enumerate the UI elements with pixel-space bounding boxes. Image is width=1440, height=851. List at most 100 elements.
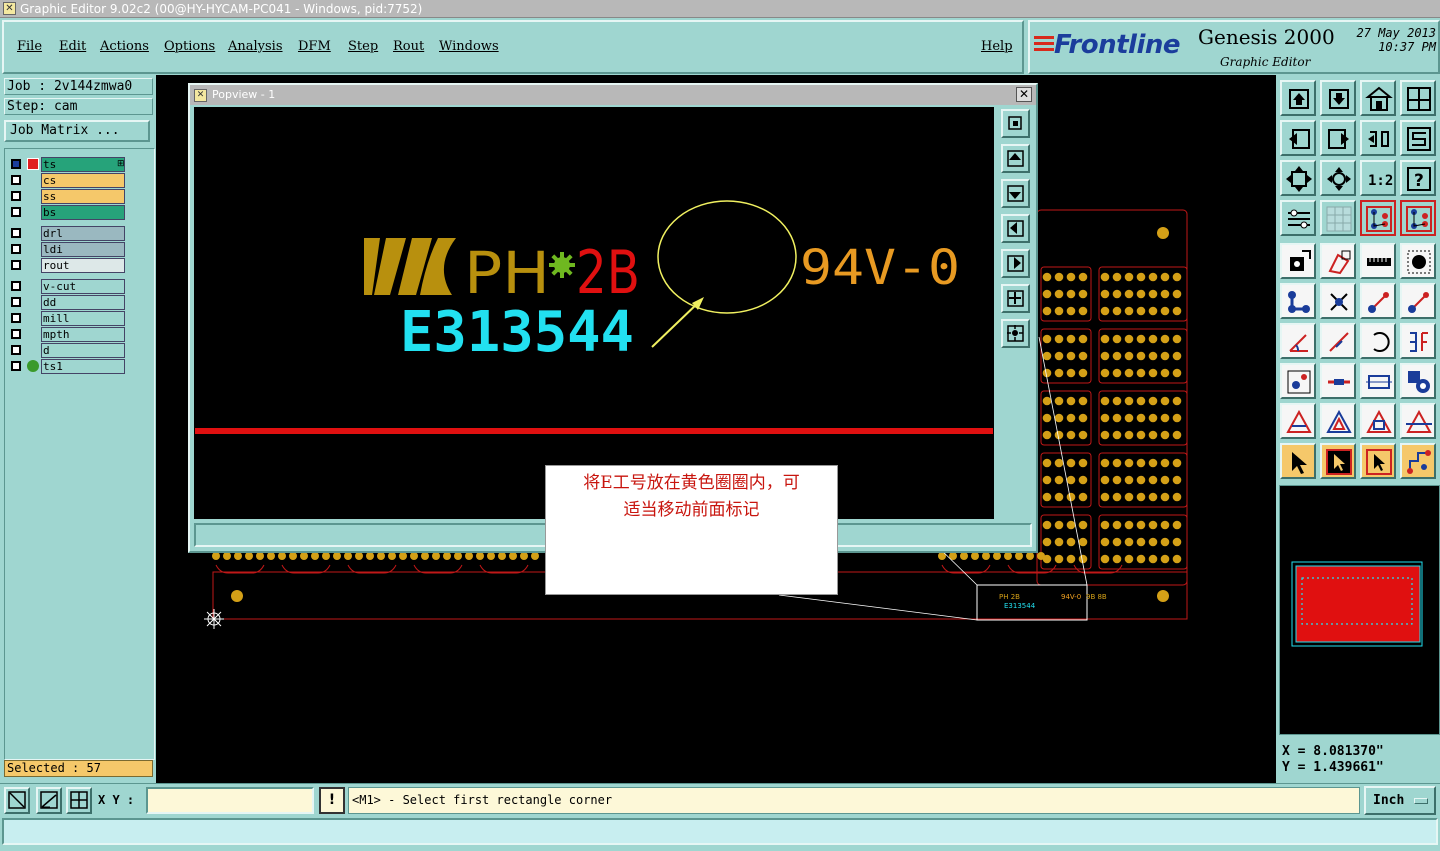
- feature-add-button[interactable]: [1280, 243, 1316, 279]
- job-matrix-button[interactable]: Job Matrix ...: [4, 120, 150, 142]
- layer-checkbox[interactable]: [11, 329, 21, 339]
- layer-checkbox[interactable]: [11, 361, 21, 371]
- settings-button[interactable]: [1280, 200, 1316, 236]
- layer-label[interactable]: ldi: [41, 242, 125, 257]
- mirror-button[interactable]: [1360, 120, 1396, 156]
- menu-edit[interactable]: Edit: [59, 39, 86, 54]
- layer-checkbox[interactable]: [11, 345, 21, 355]
- layer-row[interactable]: ts1: [7, 359, 127, 374]
- layer-checkbox[interactable]: [11, 191, 21, 201]
- layer-row[interactable]: ss: [7, 189, 127, 204]
- layer-label[interactable]: dd: [41, 295, 125, 310]
- layer-checkbox[interactable]: [11, 297, 21, 307]
- snake-button[interactable]: [1400, 120, 1436, 156]
- menu-windows[interactable]: Windows: [439, 39, 499, 54]
- pan-down-icon[interactable]: [1001, 179, 1030, 208]
- layer-label[interactable]: d: [41, 343, 125, 358]
- layer-label[interactable]: v-cut: [41, 279, 125, 294]
- menu-options[interactable]: Options: [164, 39, 215, 54]
- triangle-blue-button[interactable]: [1320, 403, 1356, 439]
- menu-actions[interactable]: Actions: [100, 39, 149, 54]
- close-icon[interactable]: ✕: [1016, 87, 1032, 102]
- feature-edit-button[interactable]: [1320, 243, 1356, 279]
- unit-selector[interactable]: Inch: [1364, 786, 1436, 815]
- layer-label[interactable]: mill: [41, 311, 125, 326]
- zoom-center-button[interactable]: [1320, 160, 1356, 196]
- layer-row[interactable]: d: [7, 343, 127, 358]
- popview-title-bar[interactable]: ✕ Popview - 1 ✕: [190, 85, 1036, 105]
- triangle-line-button[interactable]: [1400, 403, 1436, 439]
- cross-select-button[interactable]: [1320, 283, 1356, 319]
- ratio-button[interactable]: 1:2: [1360, 160, 1396, 196]
- select-alt-button[interactable]: [1360, 443, 1396, 479]
- pad-button[interactable]: [1280, 363, 1316, 399]
- layer-label[interactable]: ts1: [41, 359, 125, 374]
- popview-canvas[interactable]: PH 2B 94V-0 E313544: [194, 107, 994, 519]
- menu-dfm[interactable]: DFM: [298, 39, 331, 54]
- layer-row[interactable]: v-cut: [7, 279, 127, 294]
- overview-map[interactable]: [1279, 485, 1440, 735]
- menu-analysis[interactable]: Analysis: [228, 39, 283, 54]
- layer-checkbox[interactable]: [11, 244, 21, 254]
- select-box-button[interactable]: [1320, 443, 1356, 479]
- slash-button[interactable]: [1320, 323, 1356, 359]
- menu-rout[interactable]: Rout: [393, 39, 424, 54]
- layer-label[interactable]: mpth: [41, 327, 125, 342]
- triangle-rect-button[interactable]: [1360, 403, 1396, 439]
- grid-icon[interactable]: [66, 787, 92, 814]
- layer-label[interactable]: cs: [41, 173, 125, 188]
- select-arrow-button[interactable]: [1280, 443, 1316, 479]
- layer-checkbox[interactable]: [11, 207, 21, 217]
- net-blue-button[interactable]: [1280, 283, 1316, 319]
- layer-row[interactable]: drl: [7, 226, 127, 241]
- layer-label[interactable]: ss: [41, 189, 125, 204]
- warning-button[interactable]: !: [319, 787, 345, 814]
- layer-checkbox[interactable]: [11, 260, 21, 270]
- popview-zoom-icon[interactable]: [1001, 109, 1030, 138]
- pan-right-icon[interactable]: [1001, 249, 1030, 278]
- pan-left-icon[interactable]: [1001, 214, 1030, 243]
- grid-view-button[interactable]: [1320, 200, 1356, 236]
- help-button[interactable]: ?: [1400, 160, 1436, 196]
- fit-screen-button[interactable]: [1280, 160, 1316, 196]
- pattern-button[interactable]: [1400, 323, 1436, 359]
- triangle-red-button[interactable]: [1280, 403, 1316, 439]
- menu-help[interactable]: Help: [981, 39, 1013, 54]
- minus-line-button[interactable]: [1320, 363, 1356, 399]
- expand-icon[interactable]: ⊞: [117, 157, 125, 171]
- step-out-button[interactable]: [1320, 120, 1356, 156]
- ruler-button[interactable]: [1360, 243, 1396, 279]
- layer-checkbox[interactable]: [11, 313, 21, 323]
- layer-row[interactable]: bs: [7, 205, 127, 220]
- layer-row[interactable]: cs: [7, 173, 127, 188]
- layer-row[interactable]: ldi: [7, 242, 127, 257]
- layer-checkbox[interactable]: [11, 175, 21, 185]
- home-up-button[interactable]: [1280, 80, 1316, 116]
- snap-point-button[interactable]: [1400, 243, 1436, 279]
- step-in-button[interactable]: [1280, 120, 1316, 156]
- layer-row[interactable]: rout: [7, 258, 127, 273]
- layer-checkbox[interactable]: [11, 281, 21, 291]
- import-button[interactable]: [1320, 80, 1356, 116]
- layer-checkbox[interactable]: [11, 228, 21, 238]
- connect-net-button[interactable]: [1360, 200, 1396, 236]
- gear-blue-button[interactable]: [1400, 363, 1436, 399]
- layer-row[interactable]: ts ⊞: [7, 157, 127, 172]
- layer-label[interactable]: bs: [41, 205, 125, 220]
- layer-row[interactable]: mill: [7, 311, 127, 326]
- angle-button[interactable]: [1280, 323, 1316, 359]
- zoom-window-icon[interactable]: [4, 787, 30, 814]
- measure-icon[interactable]: [36, 787, 62, 814]
- pan-up-icon[interactable]: [1001, 144, 1030, 173]
- layer-row[interactable]: dd: [7, 295, 127, 310]
- layer-row[interactable]: mpth: [7, 327, 127, 342]
- line-red-button[interactable]: [1360, 283, 1396, 319]
- route-button[interactable]: [1400, 443, 1436, 479]
- step-field[interactable]: Step: cam: [4, 98, 153, 115]
- layer-label[interactable]: ts: [41, 157, 125, 172]
- job-field[interactable]: Job : 2v144zmwa0: [4, 78, 153, 95]
- layer-checkbox[interactable]: [11, 159, 21, 169]
- zoom-in-icon[interactable]: [1001, 284, 1030, 313]
- menu-step[interactable]: Step: [348, 39, 378, 54]
- measure-box-button[interactable]: [1360, 363, 1396, 399]
